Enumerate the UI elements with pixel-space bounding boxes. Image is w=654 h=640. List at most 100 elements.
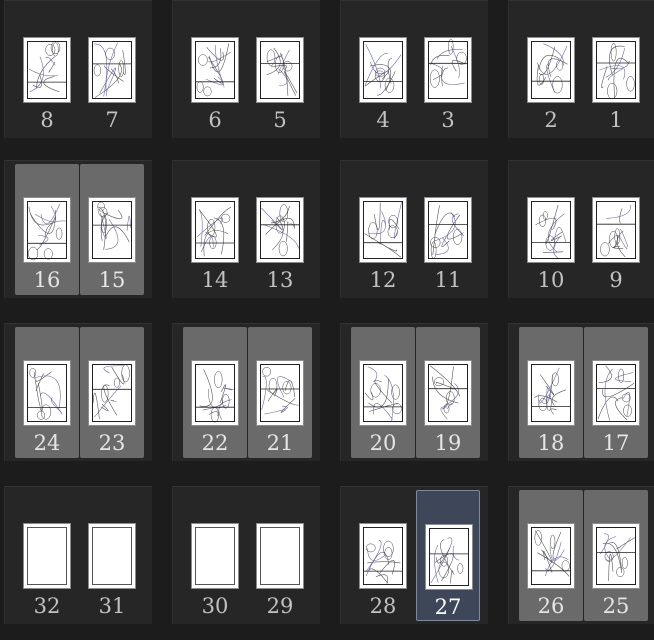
page-thumbnail-icon[interactable]: [88, 197, 136, 263]
page-21[interactable]: 21: [248, 327, 312, 458]
page-10[interactable]: 10: [519, 164, 583, 295]
page-22[interactable]: 22: [183, 327, 247, 458]
page-thumbnail-icon[interactable]: [23, 360, 71, 426]
page-15[interactable]: 15: [80, 164, 144, 295]
page-5[interactable]: 5: [248, 4, 312, 135]
page-26[interactable]: 26: [519, 490, 583, 621]
page-7[interactable]: 7: [80, 4, 144, 135]
page-spread[interactable]: 22 21: [172, 323, 320, 461]
page-spread[interactable]: 14 13: [172, 160, 320, 298]
page-spread[interactable]: 32 31: [4, 486, 152, 624]
panel-border: [596, 527, 636, 585]
page-number: 27: [434, 595, 462, 619]
page-number: 9: [609, 268, 623, 292]
page-20[interactable]: 20: [351, 327, 415, 458]
page-14[interactable]: 14: [183, 164, 247, 295]
page-thumbnail-icon[interactable]: [424, 360, 472, 426]
page-number: 3: [441, 108, 455, 132]
page-number: 22: [201, 431, 229, 455]
page-thumbnail-icon[interactable]: [424, 197, 472, 263]
page-number: 23: [98, 431, 126, 455]
page-28[interactable]: 28: [351, 490, 415, 621]
page-thumbnail-icon[interactable]: [592, 197, 640, 263]
panel-border: [260, 41, 300, 99]
page-thumbnail-icon[interactable]: [23, 523, 71, 589]
panel-border: [92, 41, 132, 99]
page-spread[interactable]: 43: [340, 0, 488, 138]
page-thumbnail-icon[interactable]: [88, 360, 136, 426]
page-spread[interactable]: 18 17: [508, 323, 654, 461]
page-6[interactable]: 6: [183, 4, 247, 135]
page-thumbnail-icon[interactable]: [592, 523, 640, 589]
page-thumbnail-icon[interactable]: [256, 360, 304, 426]
page-spread[interactable]: 20 19: [340, 323, 488, 461]
page-thumbnail-icon[interactable]: [256, 37, 304, 103]
page-spread[interactable]: 24 23: [4, 323, 152, 461]
page-3[interactable]: 3: [416, 4, 480, 135]
page-thumbnail-icon[interactable]: [88, 523, 136, 589]
panel-border: [428, 41, 468, 99]
page-23[interactable]: 23: [80, 327, 144, 458]
page-thumbnail-icon[interactable]: [527, 37, 575, 103]
page-spread[interactable]: 30 29: [172, 486, 320, 624]
page-spread[interactable]: 21: [508, 0, 654, 138]
page-11[interactable]: 11: [416, 164, 480, 295]
page-8[interactable]: 8: [15, 4, 79, 135]
page-spread[interactable]: 16 15: [4, 160, 152, 298]
page-12[interactable]: 12: [351, 164, 415, 295]
page-13[interactable]: 13: [248, 164, 312, 295]
page-25[interactable]: 25: [584, 490, 648, 621]
panel-border: [363, 201, 403, 259]
page-number: 19: [434, 431, 462, 455]
page-thumbnail-icon[interactable]: [191, 197, 239, 263]
page-29[interactable]: 29: [248, 490, 312, 621]
page-17[interactable]: 17: [584, 327, 648, 458]
page-spread[interactable]: 28 27: [340, 486, 488, 624]
panel-border: [531, 41, 571, 99]
page-thumbnail-icon[interactable]: [191, 37, 239, 103]
page-spread[interactable]: 87: [4, 0, 152, 138]
page-24[interactable]: 24: [15, 327, 79, 458]
page-30[interactable]: 30: [183, 490, 247, 621]
panel-border: [596, 41, 636, 99]
page-thumbnail-icon[interactable]: [88, 37, 136, 103]
page-thumbnail-icon[interactable]: [256, 197, 304, 263]
page-thumbnail-icon[interactable]: [359, 197, 407, 263]
page-spread[interactable]: 12 11: [340, 160, 488, 298]
page-spread[interactable]: 10 9: [508, 160, 654, 298]
page-thumbnail-icon[interactable]: [23, 197, 71, 263]
page-number: 4: [376, 108, 390, 132]
panel-border: [428, 364, 468, 422]
page-spread[interactable]: 26 25: [508, 486, 654, 624]
page-thumbnail-icon[interactable]: [425, 524, 473, 590]
page-spread[interactable]: 65: [172, 0, 320, 138]
page-thumbnail-icon[interactable]: [592, 37, 640, 103]
page-thumbnail-icon[interactable]: [592, 360, 640, 426]
page-27[interactable]: 27: [416, 490, 480, 621]
page-thumbnail-icon[interactable]: [527, 197, 575, 263]
page-19[interactable]: 19: [416, 327, 480, 458]
page-1[interactable]: 1: [584, 4, 648, 135]
page-thumbnail-icon[interactable]: [527, 523, 575, 589]
page-4[interactable]: 4: [351, 4, 415, 135]
page-thumbnail-icon[interactable]: [527, 360, 575, 426]
page-thumbnail-icon[interactable]: [23, 37, 71, 103]
panel-border: [429, 528, 469, 586]
page-thumbnail-icon[interactable]: [191, 523, 239, 589]
page-18[interactable]: 18: [519, 327, 583, 458]
panel-border: [92, 364, 132, 422]
page-32[interactable]: 32: [15, 490, 79, 621]
panel-border: [260, 364, 300, 422]
page-16[interactable]: 16: [15, 164, 79, 295]
page-thumbnail-icon[interactable]: [191, 360, 239, 426]
page-thumbnail-icon[interactable]: [256, 523, 304, 589]
page-31[interactable]: 31: [80, 490, 144, 621]
page-9[interactable]: 9: [584, 164, 648, 295]
page-thumbnail-icon[interactable]: [359, 523, 407, 589]
page-thumbnail-icon[interactable]: [359, 360, 407, 426]
page-2[interactable]: 2: [519, 4, 583, 135]
page-number: 13: [266, 268, 294, 292]
page-thumbnail-icon[interactable]: [424, 37, 472, 103]
page-thumbnail-icon[interactable]: [359, 37, 407, 103]
panel-border: [27, 41, 67, 99]
